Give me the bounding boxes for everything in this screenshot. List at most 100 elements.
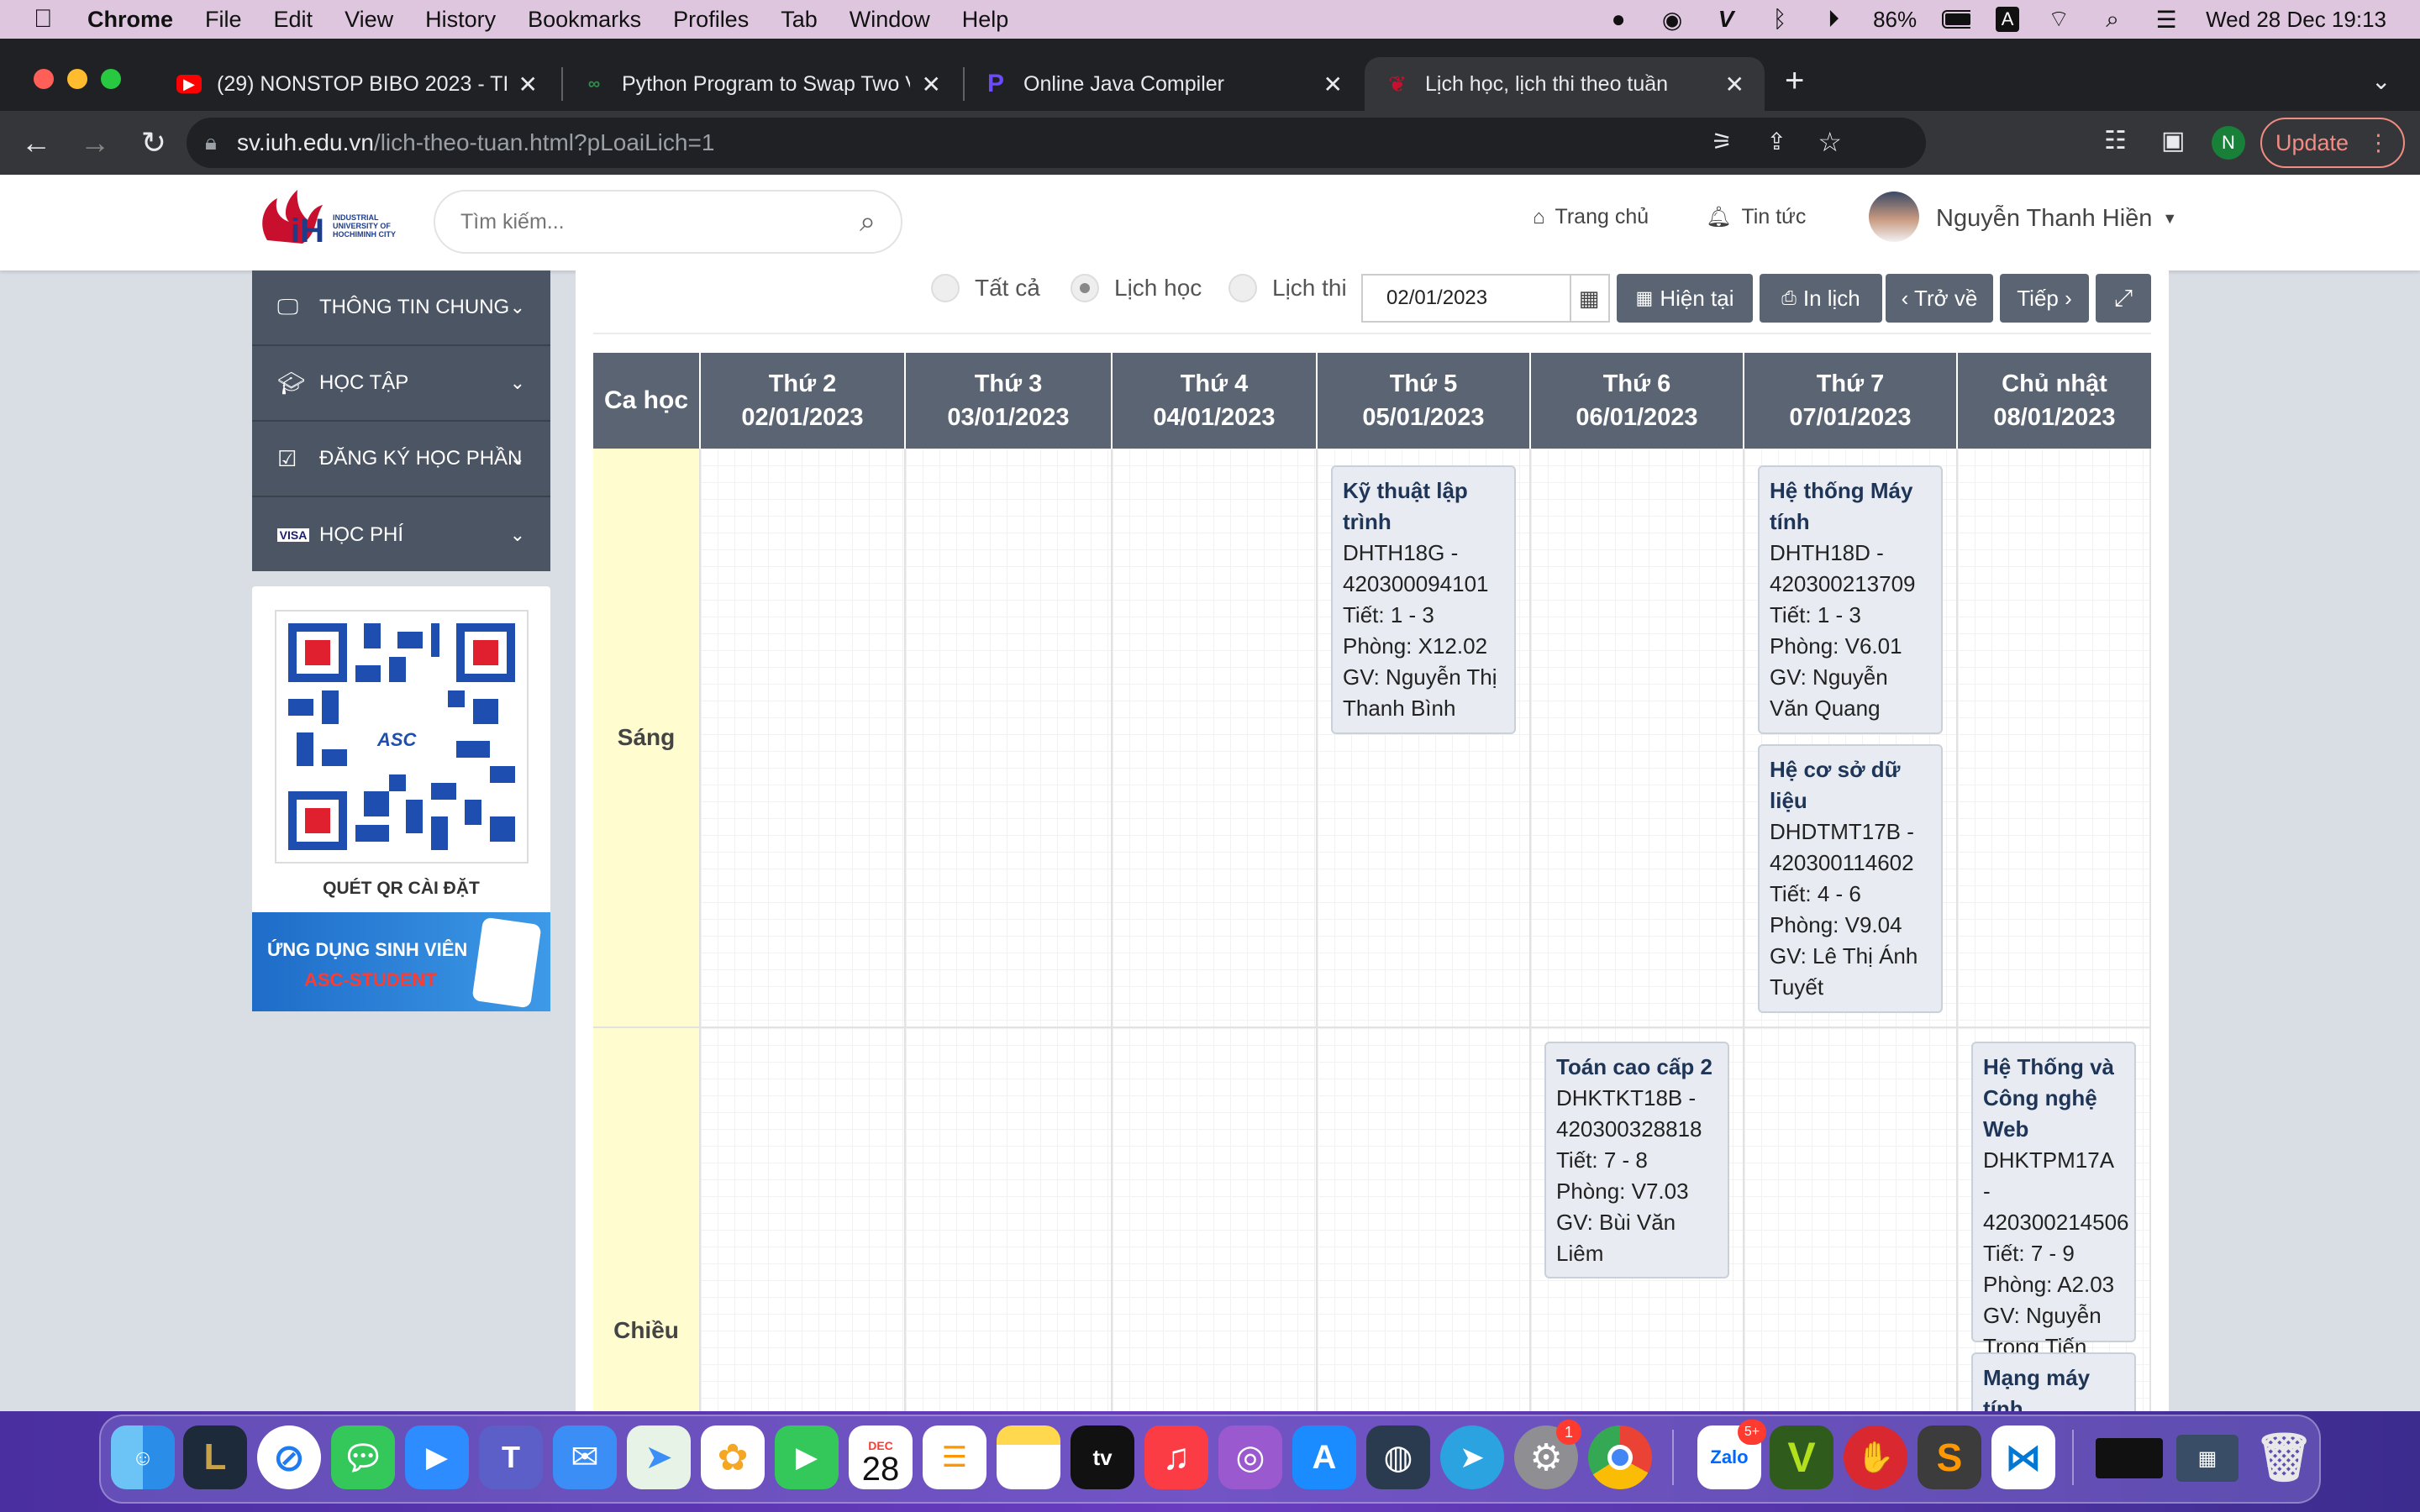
minimize-window-button[interactable]: [67, 69, 87, 89]
podcasts-icon[interactable]: ◎: [1218, 1425, 1282, 1489]
class-card[interactable]: Hệ Thống và Công nghệ Web DHKTPM17A - 42…: [1971, 1042, 2136, 1359]
search-input[interactable]: [460, 209, 860, 234]
telegram-icon[interactable]: ➤: [1440, 1425, 1504, 1489]
music-icon[interactable]: ♫: [1144, 1425, 1208, 1489]
back-icon[interactable]: ←: [7, 125, 66, 160]
control-center-icon[interactable]: ☰: [2152, 7, 2181, 33]
lock-icon[interactable]: 🔒︎: [205, 129, 217, 156]
class-card[interactable]: Toán cao cấp 2 DHKTKT18B - 420300328818 …: [1544, 1042, 1729, 1278]
site-search[interactable]: ⌕: [434, 190, 902, 254]
close-tab-icon[interactable]: ✕: [922, 71, 941, 98]
recent-window-thumbnail[interactable]: [2096, 1438, 2163, 1478]
menu-profiles[interactable]: Profiles: [673, 7, 749, 33]
apple-tv-icon[interactable]: tv: [1071, 1425, 1134, 1489]
radio-study[interactable]: Lịch học: [1071, 274, 1202, 302]
iuh-logo[interactable]: iH INDUSTRIAL UNIVERSITY OF HOCHIMINH CI…: [252, 181, 412, 249]
class-card[interactable]: Hệ thống Máy tính DHTH18D - 420300213709…: [1758, 465, 1943, 734]
spotlight-search-icon[interactable]: ⌕: [2098, 6, 2127, 32]
sidebar-item-general-info[interactable]: 🖵︎ THÔNG TIN CHUNG ⌄: [252, 270, 550, 346]
radio-exam-dot[interactable]: [1228, 274, 1257, 302]
next-week-button[interactable]: Tiếp ›: [2000, 274, 2089, 323]
student-app-banner[interactable]: ỨNG DỤNG SINH VIÊN ASC-STUDENT: [252, 912, 550, 1011]
play-icon[interactable]: ⏵: [1819, 6, 1848, 32]
radio-all-dot[interactable]: [931, 274, 960, 302]
reminders-icon[interactable]: ☰: [923, 1425, 986, 1489]
update-button[interactable]: Update ⋮: [2260, 118, 2405, 168]
menu-edit[interactable]: Edit: [274, 7, 313, 33]
cisco-webex-icon[interactable]: ✋: [1844, 1425, 1907, 1489]
menu-help[interactable]: Help: [962, 7, 1009, 33]
maps-icon[interactable]: ➤: [627, 1425, 691, 1489]
teams-icon[interactable]: T: [479, 1425, 543, 1489]
reload-icon[interactable]: ↻: [124, 125, 183, 160]
battery-icon[interactable]: [1942, 7, 1971, 32]
bluetooth-icon[interactable]: ᛒ: [1765, 6, 1794, 32]
current-week-button[interactable]: ▦ Hiện tại: [1617, 274, 1753, 323]
sidebar-item-study[interactable]: 🎓︎ HỌC TẬP ⌄: [252, 346, 550, 422]
tab-python[interactable]: ∞ Python Program to Swap Two V ✕: [561, 57, 961, 111]
class-card[interactable]: Hệ cơ sở dữ liệu DHDTMT17B - 42030011460…: [1758, 744, 1943, 1013]
nav-news[interactable]: 🔔︎ Tin tức: [1706, 205, 1806, 229]
radio-study-dot[interactable]: [1071, 274, 1099, 302]
downloads-stack-icon[interactable]: ▦: [2176, 1435, 2238, 1482]
side-panel-icon[interactable]: ▣: [2161, 126, 2185, 155]
menu-bookmarks[interactable]: Bookmarks: [528, 7, 641, 33]
class-card[interactable]: Kỹ thuật lập trình DHTH18G - 42030009410…: [1331, 465, 1516, 734]
zoom-icon[interactable]: ▶: [405, 1425, 469, 1489]
mail-icon[interactable]: ✉: [553, 1425, 617, 1489]
translate-icon[interactable]: ⚞: [1712, 128, 1733, 155]
tab-java-compiler[interactable]: P Online Java Compiler ✕: [963, 57, 1363, 111]
quicktime-icon[interactable]: ◍: [1366, 1425, 1430, 1489]
user-avatar[interactable]: [1869, 192, 1919, 242]
messages-icon[interactable]: 💬︎: [331, 1425, 395, 1489]
menu-window[interactable]: Window: [850, 7, 930, 33]
address-bar[interactable]: 🔒︎ sv.iuh.edu.vn/lich-theo-tuan.html?pLo…: [187, 118, 1926, 168]
date-input[interactable]: 02/01/2023: [1361, 274, 1571, 323]
menu-app-name[interactable]: Chrome: [87, 7, 173, 33]
new-tab-icon[interactable]: +: [1785, 62, 1804, 100]
input-source-icon[interactable]: A: [1996, 7, 2020, 32]
apple-menu-icon[interactable]: : [34, 5, 67, 34]
trash-icon[interactable]: 🗑︎: [2252, 1425, 2316, 1489]
tab-youtube[interactable]: ▶ (29) NONSTOP BIBO 2023 - TI ✕: [156, 57, 558, 111]
radio-exam[interactable]: Lịch thi: [1228, 274, 1347, 302]
user-menu[interactable]: Nguyễn Thanh Hiền ▼: [1936, 205, 2177, 233]
share-icon[interactable]: ⇪: [1767, 128, 1786, 155]
profile-avatar[interactable]: N: [2212, 126, 2245, 160]
sidebar-item-tuition[interactable]: VISA HỌC PHÍ ⌄: [252, 497, 550, 573]
status-app-icon[interactable]: ●: [1604, 6, 1633, 32]
tab-search-chevron-icon[interactable]: ⌄: [2371, 67, 2391, 95]
wifi-icon[interactable]: ⌔: [2044, 6, 2073, 32]
close-tab-icon[interactable]: ✕: [1725, 71, 1744, 98]
close-tab-icon[interactable]: ✕: [518, 71, 538, 98]
messenger-icon[interactable]: ◉: [1658, 7, 1686, 33]
menu-history[interactable]: History: [425, 7, 496, 33]
sidebar-item-course-registration[interactable]: ☑ ĐĂNG KÝ HỌC PHẦN ⌄: [252, 422, 550, 497]
forward-icon[interactable]: →: [66, 125, 124, 160]
fullscreen-icon[interactable]: ⤢: [2096, 274, 2151, 323]
menu-file[interactable]: File: [205, 7, 242, 33]
league-of-legends-icon[interactable]: L: [183, 1425, 247, 1489]
chrome-icon[interactable]: [1588, 1425, 1652, 1489]
reading-list-icon[interactable]: ☷: [2104, 126, 2127, 155]
vscode-icon[interactable]: ⋈: [1991, 1425, 2055, 1489]
notes-icon[interactable]: [997, 1425, 1060, 1489]
vim-icon[interactable]: V: [1712, 6, 1740, 32]
photos-icon[interactable]: ✿: [701, 1425, 765, 1489]
calendar-icon[interactable]: DEC 28: [849, 1425, 913, 1489]
app-store-icon[interactable]: A: [1292, 1425, 1356, 1489]
bookmark-star-icon[interactable]: ☆: [1818, 126, 1842, 158]
menu-view[interactable]: View: [345, 7, 393, 33]
vim-app-icon[interactable]: V: [1770, 1425, 1833, 1489]
search-icon[interactable]: ⌕: [860, 206, 876, 239]
close-tab-icon[interactable]: ✕: [1323, 71, 1343, 98]
qr-code[interactable]: ASC: [275, 610, 529, 864]
nav-home[interactable]: ⌂ Trang chủ: [1533, 205, 1649, 229]
close-window-button[interactable]: [34, 69, 54, 89]
zoom-window-button[interactable]: [101, 69, 121, 89]
sublime-text-icon[interactable]: S: [1918, 1425, 1981, 1489]
safari-icon[interactable]: ⊘: [257, 1425, 321, 1489]
more-menu-icon[interactable]: ⋮: [2367, 130, 2390, 156]
calendar-icon[interactable]: ▦: [1570, 274, 1610, 323]
menubar-clock[interactable]: Wed 28 Dec 19:13: [2206, 7, 2386, 33]
